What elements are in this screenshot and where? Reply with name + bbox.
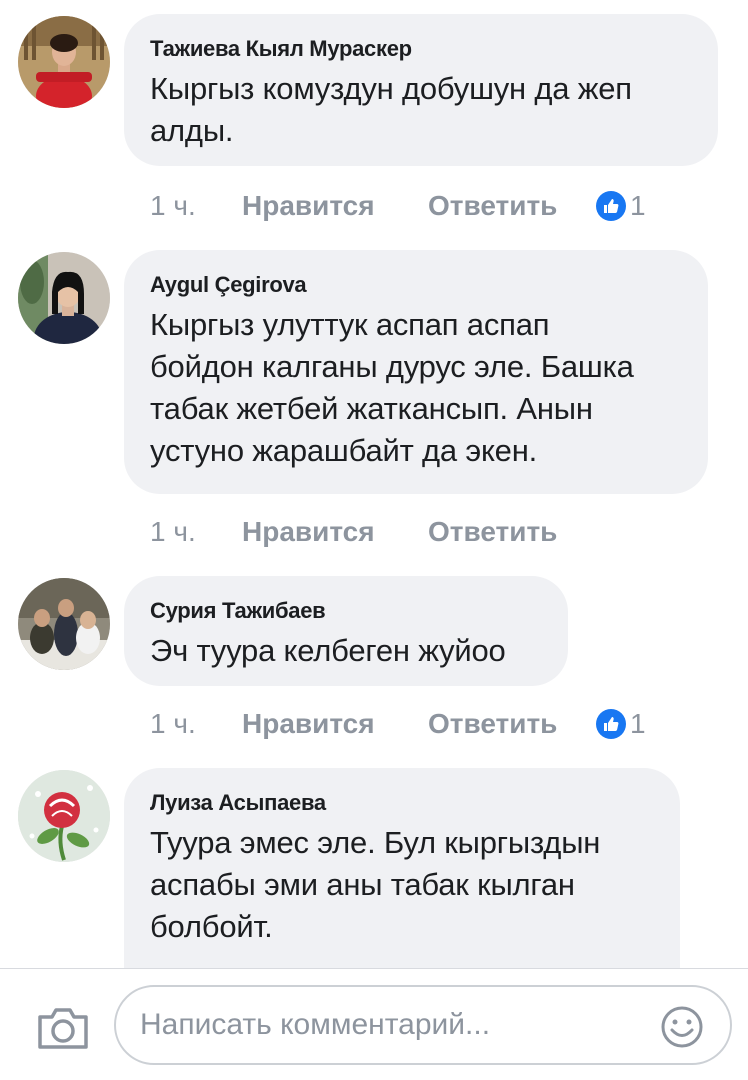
camera-icon[interactable] (36, 1005, 90, 1051)
like-button[interactable]: Нравится (242, 516, 428, 548)
avatar-photo (18, 16, 110, 108)
comment-text-line: Эч туура келбеген жуйоо (150, 633, 506, 668)
comment-text-line: болбойт. (150, 909, 273, 944)
reply-button[interactable]: Ответить (428, 190, 596, 222)
comment-author[interactable]: Aygul Çegirova (150, 272, 682, 298)
reaction-summary[interactable]: 1 (596, 708, 646, 740)
comment-actions: 1 ч. Нравится Ответить (150, 512, 596, 552)
comment-bubble: Луиза Асыпаева Туура эмес эле. Бул кыргы… (124, 768, 680, 968)
comment-time[interactable]: 1 ч. (150, 708, 242, 740)
comment-bubble: Сурия Тажибаев Эч туура келбеген жуйоо (124, 576, 568, 686)
avatar[interactable] (18, 16, 110, 108)
comment-text-line: табак жетбей жаткансып. Анын (150, 391, 593, 426)
avatar[interactable] (18, 252, 110, 344)
comment-text: Кыргыз комуздун добушун да жеп алды. (150, 68, 692, 152)
thumbs-up-icon (596, 709, 626, 739)
comment-text: Туура эмес эле. Бул кыргыздын аспабы эми… (150, 822, 654, 948)
comment-text-line: алды. (150, 113, 234, 148)
comment-bubble: Тажиева Кыял Мураскер Кыргыз комуздун до… (124, 14, 718, 166)
reaction-summary[interactable]: 1 (596, 190, 646, 222)
comment-actions: 1 ч. Нравится Ответить 1 (150, 186, 646, 226)
comment-composer (0, 969, 748, 1080)
comment-text-line: устуно жарашбайт да экен. (150, 433, 538, 468)
comment-text-line: Кыргыз комуздун добушун да жеп (150, 71, 632, 106)
comment-input-box[interactable] (114, 985, 732, 1065)
comment-actions: 1 ч. Нравится Ответить 1 (150, 704, 646, 744)
avatar-photo (18, 252, 110, 344)
comment-text-line: бойдон калганы дурус эле. Башка (150, 349, 634, 384)
avatar-photo (18, 578, 110, 670)
comment-text-line: аспабы эми аны табак кылган (150, 867, 575, 902)
comment-author[interactable]: Луиза Асыпаева (150, 790, 654, 816)
reply-button[interactable]: Ответить (428, 708, 596, 740)
reaction-count: 1 (630, 190, 646, 221)
comment-author[interactable]: Тажиева Кыял Мураскер (150, 36, 692, 62)
comment-text-line: Туура эмес эле. Бул кыргыздын (150, 825, 601, 860)
comment-text: Эч туура келбеген жуйоо (150, 630, 542, 672)
reaction-count: 1 (630, 708, 646, 739)
comment-time[interactable]: 1 ч. (150, 190, 242, 222)
avatar-photo (18, 770, 110, 862)
emoji-icon[interactable] (660, 1005, 704, 1049)
like-button[interactable]: Нравится (242, 708, 428, 740)
reply-button[interactable]: Ответить (428, 516, 596, 548)
avatar[interactable] (18, 578, 110, 670)
comment-thread: Тажиева Кыял Мураскер Кыргыз комуздун до… (0, 0, 748, 968)
comment-bubble: Aygul Çegirova Кыргыз улуттук аспап аспа… (124, 250, 708, 494)
avatar[interactable] (18, 770, 110, 862)
comment-text: Кыргыз улуттук аспап аспап бойдон калган… (150, 304, 682, 472)
comment-time[interactable]: 1 ч. (150, 516, 242, 548)
comment-author[interactable]: Сурия Тажибаев (150, 598, 542, 624)
like-button[interactable]: Нравится (242, 190, 428, 222)
comment-text-line: Кыргыз улуттук аспап аспап (150, 307, 550, 342)
comment-input[interactable] (138, 1007, 642, 1043)
thumbs-up-icon (596, 191, 626, 221)
